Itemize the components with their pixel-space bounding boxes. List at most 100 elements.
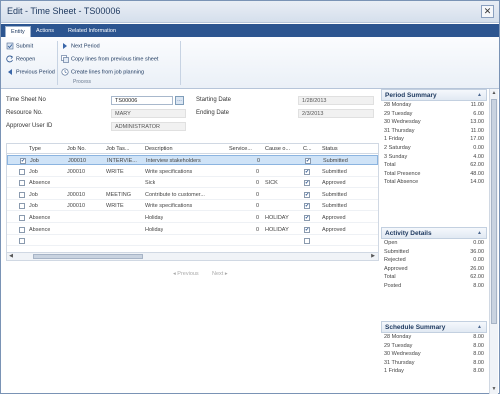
column-header-type[interactable]: Type [29,144,41,154]
cell-cause: SICK [265,180,278,187]
ribbon-tabs: Entity Actions Related Information [1,24,499,37]
activity-details-row-value: 62.00 [470,274,484,281]
previous-page-link[interactable]: ◂ Previous [173,271,199,277]
cell-description: Sick [145,180,156,187]
submit-label: Submit [16,43,34,50]
tab-related-information[interactable]: Related Information [63,26,121,37]
schedule-summary-row: 30 Wednesday 8.00 [381,350,487,359]
period-summary-row-label: Total Absence [384,179,419,186]
row-checkbox[interactable] [19,203,25,210]
cell-job-task: WRITE [106,168,124,175]
copy-lines-button[interactable]: Copy lines from previous time sheet [61,55,158,63]
table-row[interactable]: Job J00010 MEETING Contribute to customer..… [7,190,378,200]
scroll-left-icon[interactable]: ◀ [7,253,15,260]
cell-type: Absence [29,215,51,221]
column-header-job-task[interactable]: Job Tas... [106,144,129,154]
cell-description: Interview stakeholders [146,158,201,164]
period-summary-row: 1 Friday 17.00 [381,135,487,144]
tab-entity[interactable]: Entity [5,26,31,37]
column-header-description[interactable]: Description [145,144,173,154]
activity-details-row: Rejected 0.00 [381,256,487,265]
period-summary-row-label: 28 Monday [384,102,412,108]
cell-job-task: MEETING [106,191,132,198]
cell-type: Job [30,158,39,164]
row-checkbox[interactable] [19,191,25,198]
next-page-link[interactable]: Next ▸ [212,271,228,277]
cell-service: 0 [256,226,260,233]
tab-actions[interactable]: Actions [31,26,59,37]
horizontal-scrollbar[interactable]: ◀ ▶ [7,252,378,260]
cell-description: Write specifications [145,203,193,210]
period-summary-row-label: 30 Wednesday [384,119,421,126]
scrollbar-thumb[interactable] [33,254,143,259]
period-summary-row: 30 Wednesday 13.00 [381,118,487,127]
schedule-summary-row-value: 8.00 [473,351,484,358]
column-header-c[interactable]: C... [303,144,312,154]
table-row[interactable]: Absence Holiday 0 HOLIDAY Approved ✔ [7,213,378,223]
schedule-summary-panel: Schedule Summary ▲ 28 Monday 8.00 29 Tuesda… [381,321,487,376]
table-row[interactable]: ✔ Job J00010 INTERVIE... Interview stakehold… [7,155,378,165]
column-header-status[interactable]: Status [322,144,338,154]
scrollbar-thumb[interactable] [491,99,497,324]
cell-description: Holiday [145,215,164,221]
submit-button[interactable]: Submit [6,42,33,50]
row-c-checkbox[interactable]: ✔ [304,215,310,221]
row-c-checkbox[interactable]: ✔ [305,158,311,164]
row-checkbox[interactable] [19,226,25,233]
column-header-cause[interactable]: Cause o... [265,144,290,154]
row-checkbox[interactable]: ✔ [20,158,26,164]
copy-lines-label: Copy lines from previous time sheet [71,56,159,63]
cell-status: Submitted [322,168,347,175]
period-summary-row-value: 13.00 [470,119,484,126]
vertical-scrollbar[interactable]: ▲ ▼ [489,89,498,394]
create-lines-button[interactable]: Create lines from job planning [61,68,144,76]
collapse-icon[interactable]: ▲ [477,322,482,333]
row-c-checkbox[interactable]: ✔ [304,168,310,175]
period-summary-row: 31 Thursday 11.00 [381,127,487,136]
time-sheet-no-field[interactable]: TS00006 [111,96,173,105]
cell-job-task: INTERVIE... [107,158,137,164]
column-header-service[interactable]: Service... [229,144,252,154]
lookup-button[interactable]: … [175,96,184,105]
scroll-up-icon[interactable]: ▲ [490,89,498,97]
time-sheet-no-label: Time Sheet No [6,97,46,103]
activity-details-header[interactable]: Activity Details ▲ [381,227,487,239]
row-checkbox[interactable] [19,168,25,175]
row-c-checkbox[interactable]: ✔ [304,203,310,210]
table-row[interactable] [7,236,378,247]
table-row[interactable]: Absence Holiday 0 HOLIDAY Approved ✔ [7,225,378,235]
schedule-summary-header[interactable]: Schedule Summary ▲ [381,321,487,333]
schedule-summary-row-label: 31 Thursday [384,359,415,366]
cell-job-no: J00010 [67,191,86,198]
approver-user-id-field: ADMINISTRATOR [111,122,186,131]
row-checkbox[interactable] [19,238,25,245]
scroll-right-icon[interactable]: ▶ [369,253,377,260]
period-summary-row-value: 11.00 [470,102,484,108]
period-summary-header[interactable]: Period Summary ▲ [381,89,487,101]
reopen-button[interactable]: Reopen [6,55,35,63]
collapse-icon[interactable]: ▲ [477,90,482,101]
period-summary-row: Total Absence 14.00 [381,178,487,187]
starting-date-field: 1/28/2013 [298,96,374,105]
next-period-button[interactable]: Next Period [61,42,100,50]
time-sheet-lines-grid: Type Job No. Job Tas... Description Serv… [6,143,379,261]
cell-service: 0 [257,158,261,164]
row-c-checkbox[interactable]: ✔ [304,180,310,187]
activity-details-row: Posted 8.00 [381,282,487,291]
column-header-job-no[interactable]: Job No. [67,144,86,154]
row-c-checkbox[interactable] [304,238,310,245]
cell-status: Submitted [323,158,348,164]
table-row[interactable]: Job J00010 WRITE Write specifications 0 Submi… [7,167,378,177]
previous-period-button[interactable]: Previous Period [6,68,55,76]
close-icon[interactable]: ✕ [481,5,494,18]
table-row[interactable]: Job J00010 WRITE Write specifications 0 Submi… [7,201,378,212]
row-checkbox[interactable] [19,180,25,187]
period-summary-row-value: 62.00 [470,162,484,169]
row-c-checkbox[interactable]: ✔ [304,226,310,233]
scroll-down-icon[interactable]: ▼ [490,385,498,393]
row-checkbox[interactable] [19,215,25,221]
collapse-icon[interactable]: ▲ [477,228,482,239]
table-row[interactable]: Absence Sick 0 SICK Approved ✔ [7,178,378,189]
period-summary-row: Total Presence 48.00 [381,170,487,179]
row-c-checkbox[interactable]: ✔ [304,191,310,198]
